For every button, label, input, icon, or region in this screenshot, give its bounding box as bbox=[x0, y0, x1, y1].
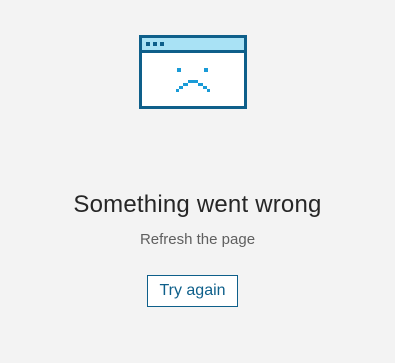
error-message: Refresh the page bbox=[139, 231, 256, 248]
try-again-button[interactable]: Try again bbox=[147, 275, 238, 307]
error-title: Something went wrong bbox=[73, 191, 322, 218]
sad-browser-window-icon bbox=[139, 35, 247, 109]
error-page: Something went wrong Refresh the page Tr… bbox=[0, 0, 395, 363]
